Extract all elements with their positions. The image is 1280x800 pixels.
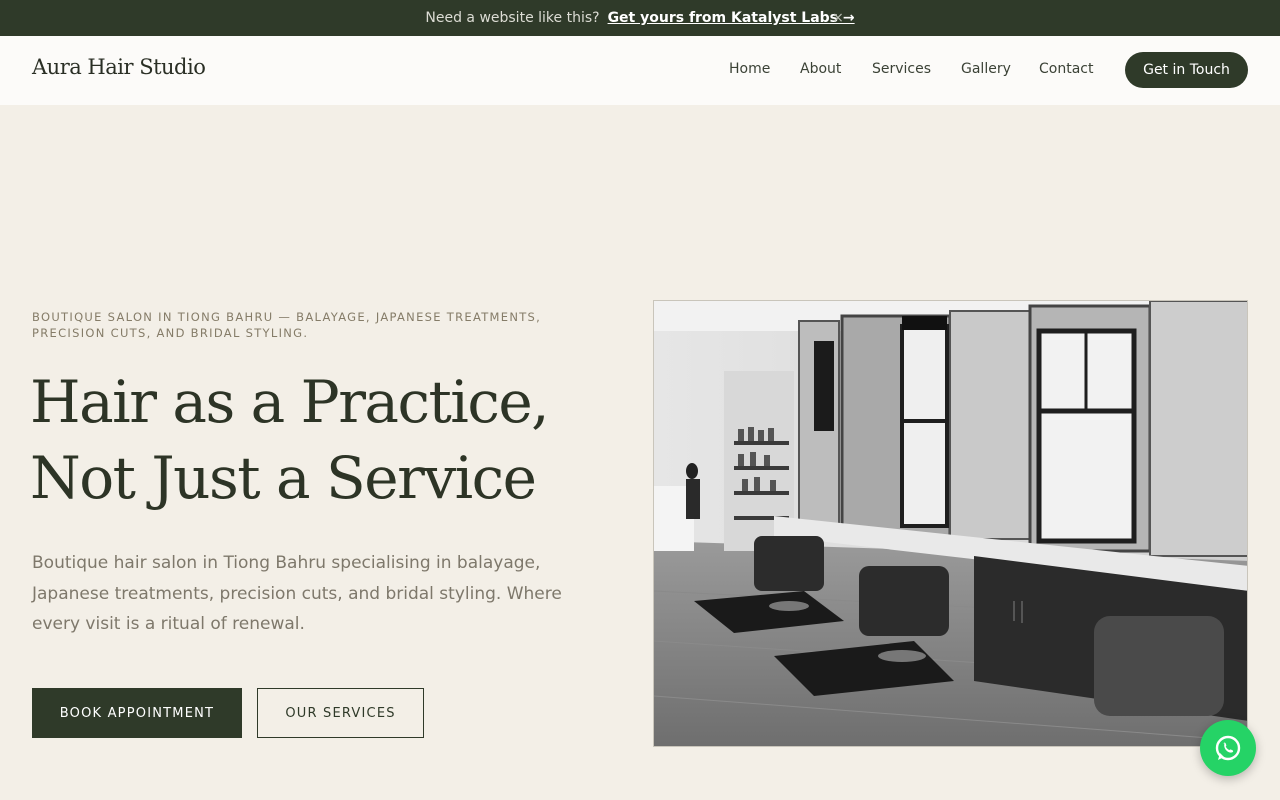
hero-eyebrow: BOUTIQUE SALON IN TIONG BAHRU — BALAYAGE… (32, 310, 542, 340)
close-icon[interactable]: × (831, 9, 845, 27)
headline-line-2: Not Just a Service (30, 444, 537, 512)
nav-item-home[interactable]: Home (729, 61, 770, 77)
salon-interior-image (653, 300, 1248, 747)
nav-item-services[interactable]: Services (872, 61, 931, 77)
whatsapp-button[interactable] (1200, 720, 1256, 776)
promo-link[interactable]: Get yours from Katalyst Labs → (608, 10, 855, 26)
get-in-touch-button[interactable]: Get in Touch (1125, 52, 1248, 88)
headline-line-1: Hair as a Practice, (30, 368, 550, 436)
book-appointment-button[interactable]: BOOK APPOINTMENT (32, 688, 242, 738)
salon-interior-illustration (654, 301, 1247, 746)
nav-item-contact[interactable]: Contact (1039, 61, 1093, 77)
nav-item-about[interactable]: About (800, 61, 841, 77)
main-nav: Aura Hair Studio Home About Services Gal… (0, 36, 1280, 105)
whatsapp-icon (1215, 735, 1241, 761)
hero-headline: Hair as a Practice, Not Just a Service (30, 364, 630, 516)
nav-item-gallery[interactable]: Gallery (961, 61, 1011, 77)
our-services-button[interactable]: OUR SERVICES (257, 688, 424, 738)
site-logo[interactable]: Aura Hair Studio (32, 55, 206, 79)
promo-text: Need a website like this? (425, 10, 600, 26)
hero-description: Boutique hair salon in Tiong Bahru speci… (32, 553, 562, 634)
promo-banner: Need a website like this? Get yours from… (0, 0, 1280, 36)
